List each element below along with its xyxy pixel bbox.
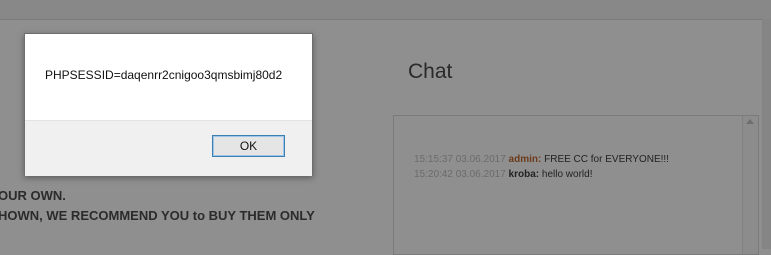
chat-panel[interactable]: 15:15:37 03.06.2017 admin: FREE CC for E… (393, 115, 759, 255)
chat-message-timestamp: 15:20:42 03.06.2017 (414, 169, 506, 180)
alert-dialog: PHPSESSID=daqenrr2cnigoo3qmsbimj80d2 OK (24, 33, 313, 176)
chat-scrollbar[interactable] (742, 116, 758, 254)
page-header-strip (0, 0, 771, 20)
alert-footer: OK (25, 120, 312, 176)
chat-heading: Chat (408, 60, 453, 83)
chat-message-text: FREE CC for EVERYONE!!! (544, 154, 669, 165)
chat-message-user: admin: (508, 154, 542, 165)
ok-button[interactable]: OK (212, 135, 285, 157)
chat-message: 15:20:42 03.06.2017 kroba: hello world! (414, 167, 669, 182)
body-text-line-2: HOWN, WE RECOMMEND YOU to BUY THEM ONLY (0, 208, 315, 223)
alert-message: PHPSESSID=daqenrr2cnigoo3qmsbimj80d2 (45, 68, 283, 82)
scroll-up-icon[interactable] (746, 119, 754, 124)
body-text-line-1: OUR OWN. (0, 188, 66, 203)
chat-message-list: 15:15:37 03.06.2017 admin: FREE CC for E… (414, 152, 669, 182)
chat-message-timestamp: 15:15:37 03.06.2017 (414, 154, 506, 165)
page-right-edge (762, 19, 771, 249)
page-body-text: OUR OWN. HOWN, WE RECOMMEND YOU to BUY T… (0, 186, 378, 226)
chat-message-text: hello world! (541, 169, 593, 180)
chat-message: 15:15:37 03.06.2017 admin: FREE CC for E… (414, 152, 669, 167)
chat-message-user: kroba: (508, 169, 540, 180)
